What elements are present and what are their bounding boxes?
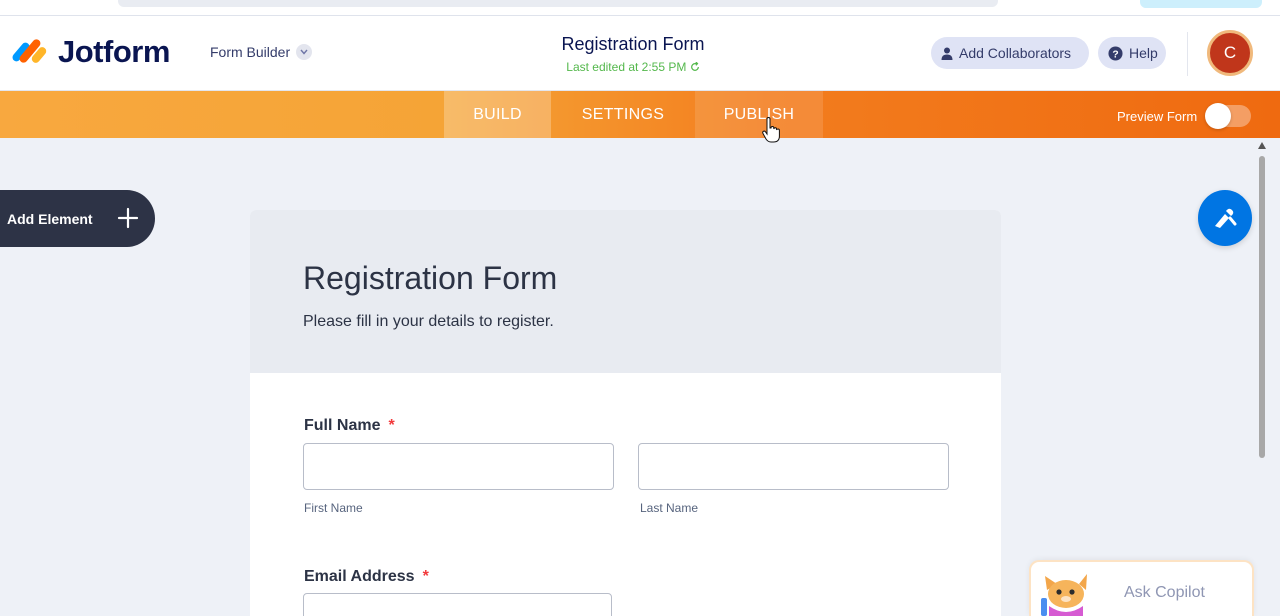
add-element-button[interactable]: Add Element bbox=[0, 190, 155, 247]
add-collaborators-button[interactable]: Add Collaborators bbox=[931, 37, 1089, 69]
form-designer-button[interactable] bbox=[1198, 190, 1252, 246]
svg-text:?: ? bbox=[1112, 49, 1118, 60]
browser-extension-button[interactable] bbox=[1140, 0, 1262, 8]
app-header: Jotform Form Builder Registration Form L… bbox=[0, 16, 1280, 91]
user-avatar[interactable]: C bbox=[1207, 30, 1253, 76]
address-bar[interactable] bbox=[118, 0, 998, 7]
required-asterisk: * bbox=[422, 568, 429, 585]
add-collaborators-label: Add Collaborators bbox=[959, 45, 1072, 61]
form-title-header[interactable]: Registration Form bbox=[480, 34, 786, 55]
last-edited-status: Last edited at 2:55 PM bbox=[480, 60, 786, 74]
form-subtitle[interactable]: Please fill in your details to register. bbox=[303, 313, 1001, 331]
builder-nav-bar: BUILD SETTINGS PUBLISH Preview Form bbox=[0, 91, 1280, 138]
preview-toggle-switch[interactable] bbox=[1205, 103, 1252, 129]
form-title[interactable]: Registration Form bbox=[303, 260, 1001, 297]
last-name-input[interactable] bbox=[638, 443, 949, 490]
paint-roller-icon bbox=[1215, 208, 1237, 228]
preview-form-toggle[interactable]: Preview Form bbox=[1117, 103, 1252, 129]
last-edited-text: Last edited at 2:55 PM bbox=[566, 60, 687, 74]
help-label: Help bbox=[1129, 45, 1158, 61]
user-icon bbox=[941, 47, 953, 60]
email-label-text: Email Address bbox=[304, 568, 415, 585]
tab-publish[interactable]: PUBLISH bbox=[695, 91, 823, 138]
tab-settings[interactable]: SETTINGS bbox=[551, 91, 695, 138]
chevron-down-icon bbox=[296, 44, 313, 60]
add-element-label: Add Element bbox=[7, 210, 93, 227]
browser-top-strip bbox=[0, 0, 1280, 16]
tab-build[interactable]: BUILD bbox=[444, 91, 551, 138]
form-builder-dropdown[interactable]: Form Builder bbox=[210, 44, 313, 60]
logo-text: Jotform bbox=[58, 34, 170, 69]
form-builder-label: Form Builder bbox=[210, 44, 291, 60]
form-header-section[interactable]: Registration Form Please fill in your de… bbox=[250, 210, 1001, 373]
full-name-label-text: Full Name bbox=[304, 417, 381, 434]
plus-icon bbox=[117, 207, 139, 229]
jotform-logo[interactable]: Jotform bbox=[10, 34, 170, 70]
question-icon: ? bbox=[1108, 45, 1123, 61]
preview-form-label: Preview Form bbox=[1117, 108, 1198, 124]
ask-copilot-label: Ask Copilot bbox=[1124, 584, 1205, 601]
refresh-icon bbox=[690, 60, 700, 74]
email-address-label[interactable]: Email Address * bbox=[304, 568, 429, 586]
copilot-cat-mascot-icon bbox=[1041, 574, 1087, 616]
last-name-sublabel: Last Name bbox=[640, 501, 699, 515]
toggle-knob bbox=[1205, 103, 1232, 129]
email-input[interactable] bbox=[303, 593, 612, 616]
hand-cursor-icon bbox=[762, 117, 780, 143]
required-asterisk: * bbox=[388, 417, 395, 434]
first-name-input[interactable] bbox=[303, 443, 614, 490]
jotform-logo-icon bbox=[10, 35, 48, 69]
scroll-up-arrow-icon[interactable] bbox=[1258, 142, 1266, 149]
form-title-area: Registration Form Last edited at 2:55 PM bbox=[480, 34, 786, 74]
help-button[interactable]: ? Help bbox=[1098, 37, 1166, 69]
header-divider bbox=[1187, 32, 1188, 76]
page-scrollbar[interactable] bbox=[1256, 138, 1268, 616]
full-name-label[interactable]: Full Name * bbox=[304, 417, 395, 435]
ask-copilot-button[interactable]: Ask Copilot bbox=[1029, 560, 1254, 616]
scrollbar-thumb[interactable] bbox=[1259, 156, 1265, 458]
form-card: Registration Form Please fill in your de… bbox=[250, 210, 1001, 616]
first-name-sublabel: First Name bbox=[304, 501, 363, 515]
